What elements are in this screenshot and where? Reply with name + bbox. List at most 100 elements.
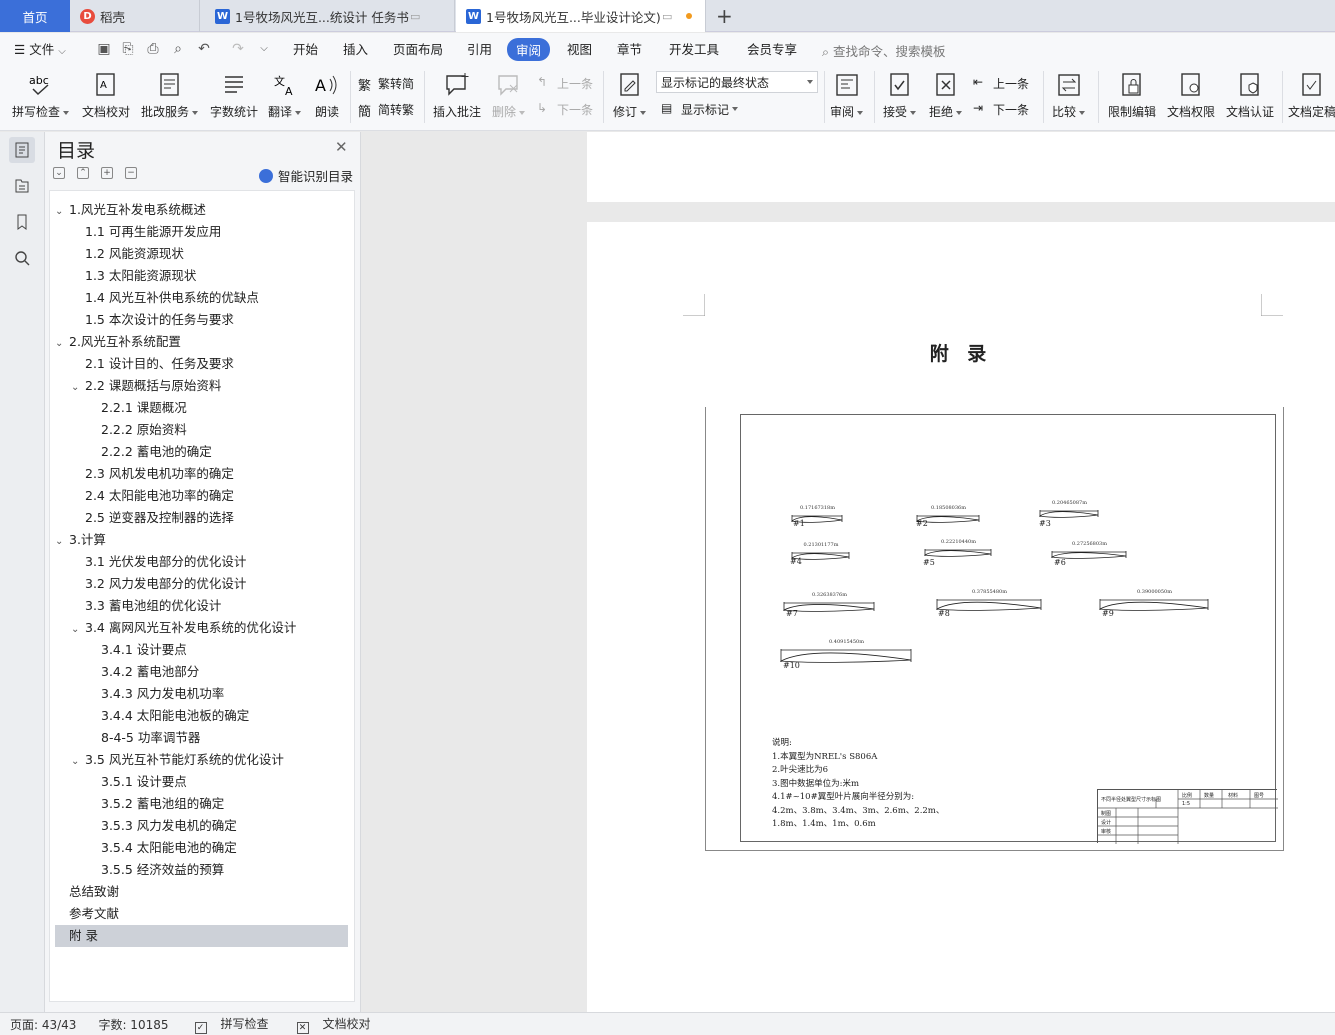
doc-permission-button[interactable]: 文档权限 (1167, 67, 1215, 127)
simp-to-trad-button[interactable]: 簡 简转繁 (358, 99, 414, 121)
toc-item[interactable]: 2.2.2 原始资料 (55, 419, 348, 441)
redo-icon[interactable]: ↷ (230, 41, 246, 57)
toc-item[interactable]: 1.4 风光互补供电系统的优缺点 (55, 287, 348, 309)
menu-member[interactable]: 会员专享 (747, 39, 797, 58)
spell-check-button[interactable]: abc 拼写检查 (12, 67, 70, 127)
menu-section[interactable]: 章节 (617, 39, 642, 58)
toc-item[interactable]: 1.1 可再生能源开发应用 (55, 221, 348, 243)
trad-to-simp-button[interactable]: 繁 繁转简 (358, 73, 414, 95)
chevron-down-icon[interactable]: ⌄ (55, 333, 65, 355)
smart-toc-button[interactable]: 智能识别目录 (259, 166, 353, 185)
batch-service-button[interactable]: 批改服务 (141, 67, 199, 127)
toc-item[interactable]: 2.1 设计目的、任务及要求 (55, 353, 348, 375)
review-pane-button[interactable]: 审阅 (830, 67, 864, 127)
toc-item[interactable]: 2.4 太阳能电池功率的确定 (55, 485, 348, 507)
word-count-indicator[interactable]: 字数: 10185 (98, 1016, 168, 1033)
toc-item[interactable]: 3.4.2 蓄电池部分 (55, 661, 348, 683)
customize-icon[interactable]: ⌵ (256, 41, 272, 57)
chevron-down-icon[interactable]: ⌄ (55, 201, 65, 223)
page-indicator[interactable]: 页面: 43/43 (10, 1016, 76, 1033)
toc-view-icon[interactable] (9, 137, 35, 163)
toc-item[interactable]: 3.1 光伏发电部分的优化设计 (55, 551, 348, 573)
toc-item[interactable]: ⌄ 2.2 课题概括与原始资料 (55, 375, 348, 397)
expand-all-icon[interactable]: ⌃ (77, 167, 89, 179)
chevron-down-icon[interactable]: ⌄ (71, 619, 81, 641)
tab-task-document[interactable]: W 1号牧场风光互...统设计 任务书 ▭ (205, 0, 455, 32)
toc-item[interactable]: 2.2.1 课题概况 (55, 397, 348, 419)
toc-item[interactable]: 参考文献 (55, 903, 348, 925)
toc-item[interactable]: 8-4-5 功率调节器 (55, 727, 348, 749)
insert-comment-button[interactable]: 插入批注 (433, 67, 481, 127)
search-icon[interactable] (9, 245, 35, 271)
menu-reference[interactable]: 引用 (467, 39, 492, 58)
toc-item[interactable]: ⌄ 3.计算 (55, 529, 348, 551)
export-icon[interactable]: ⎘ (120, 41, 136, 57)
word-count-button[interactable]: 字数统计 (210, 67, 258, 127)
markup-state-select[interactable]: 显示标记的最终状态 (656, 71, 818, 93)
prev-comment-button[interactable]: ↰ 上一条 (537, 73, 593, 93)
toc-item[interactable]: 3.3 蓄电池组的优化设计 (55, 595, 348, 617)
toc-item[interactable]: 3.5.4 太阳能电池的确定 (55, 837, 348, 859)
toc-item[interactable]: 2.3 风机发电机功率的确定 (55, 463, 348, 485)
toc-item[interactable]: 2.5 逆变器及控制器的选择 (55, 507, 348, 529)
restrict-edit-button[interactable]: 限制编辑 (1108, 67, 1156, 127)
save-icon[interactable]: ▣ (96, 41, 112, 57)
remove-heading-icon[interactable]: − (125, 167, 137, 179)
doc-final-button[interactable]: 文档定稿 (1288, 67, 1335, 127)
toc-item[interactable]: ⌄ 2.风光互补系统配置 (55, 331, 348, 353)
add-heading-icon[interactable]: + (101, 167, 113, 179)
toc-item[interactable]: 1.3 太阳能资源现状 (55, 265, 348, 287)
toc-item[interactable]: 1.2 风能资源现状 (55, 243, 348, 265)
file-menu[interactable]: ☰ 文件 ⌵ (14, 39, 66, 58)
chevron-down-icon[interactable]: ⌄ (71, 751, 81, 773)
toc-item[interactable]: 3.5.2 蓄电池组的确定 (55, 793, 348, 815)
chevron-down-icon[interactable]: ⌄ (71, 377, 81, 399)
menu-developer[interactable]: 开发工具 (669, 39, 719, 58)
toc-item[interactable]: ⌄ 1.风光互补发电系统概述 (55, 199, 348, 221)
menu-start[interactable]: 开始 (293, 39, 318, 58)
compare-button[interactable]: 比较 (1052, 67, 1086, 127)
tab-thesis-document[interactable]: W 1号牧场风光互...毕业设计论文) ▭ (456, 0, 706, 32)
accept-button[interactable]: 接受 (883, 67, 917, 127)
toc-item[interactable]: 附 录 (55, 925, 348, 947)
toc-item[interactable]: 3.2 风力发电部分的优化设计 (55, 573, 348, 595)
track-changes-button[interactable]: 修订 (613, 67, 647, 127)
toc-item[interactable]: 3.4.4 太阳能电池板的确定 (55, 705, 348, 727)
toc-item[interactable]: 2.2.2 蓄电池的确定 (55, 441, 348, 463)
reject-button[interactable]: 拒绝 (929, 67, 963, 127)
tab-daoke[interactable]: D 稻壳 (70, 0, 200, 32)
toc-item[interactable]: 3.5.3 风力发电机的确定 (55, 815, 348, 837)
chapter-nav-icon[interactable] (9, 173, 35, 199)
print-icon[interactable]: ⎙ (145, 41, 161, 57)
menu-insert[interactable]: 插入 (343, 39, 368, 58)
menu-review[interactable]: 审阅 (507, 38, 551, 61)
toc-item[interactable]: 1.5 本次设计的任务与要求 (55, 309, 348, 331)
doc-proof-button[interactable]: A 文档校对 (82, 67, 130, 127)
toc-item[interactable]: 3.4.3 风力发电机功率 (55, 683, 348, 705)
doc-auth-button[interactable]: 文档认证 (1226, 67, 1274, 127)
toc-item[interactable]: 3.5.1 设计要点 (55, 771, 348, 793)
menu-view[interactable]: 视图 (567, 39, 592, 58)
status-doc-proof[interactable]: ✕ 文档校对 (287, 1015, 371, 1034)
menu-layout[interactable]: 页面布局 (393, 39, 443, 58)
read-aloud-button[interactable]: A 朗读 (313, 67, 341, 127)
command-search[interactable]: ⌕ 查找命令、搜索模板 (822, 41, 946, 60)
status-spell-check[interactable]: ✓ 拼写检查 (185, 1015, 269, 1034)
delete-comment-button[interactable]: 删除 (492, 67, 526, 127)
new-tab-button[interactable]: + (716, 0, 736, 32)
prev-change-button[interactable]: ⇤ 上一条 (973, 73, 1029, 93)
bookmark-icon[interactable] (9, 209, 35, 235)
toc-item[interactable]: 3.4.1 设计要点 (55, 639, 348, 661)
close-icon[interactable]: ✕ (335, 138, 348, 156)
next-comment-button[interactable]: ↳ 下一条 (537, 99, 593, 119)
next-change-button[interactable]: ⇥ 下一条 (973, 99, 1029, 119)
toc-item[interactable]: ⌄ 3.5 风光互补节能灯系统的优化设计 (55, 749, 348, 771)
toc-item[interactable]: 总结致谢 (55, 881, 348, 903)
print-preview-icon[interactable]: ⌕ (170, 41, 186, 57)
toc-item[interactable]: 3.5.5 经济效益的预算 (55, 859, 348, 881)
chevron-down-icon[interactable]: ⌄ (55, 531, 65, 553)
collapse-all-icon[interactable]: ⌄ (53, 167, 65, 179)
toc-item[interactable]: ⌄ 3.4 离网风光互补发电系统的优化设计 (55, 617, 348, 639)
tab-home[interactable]: 首页 (0, 0, 70, 32)
undo-icon[interactable]: ↶ (196, 41, 212, 57)
